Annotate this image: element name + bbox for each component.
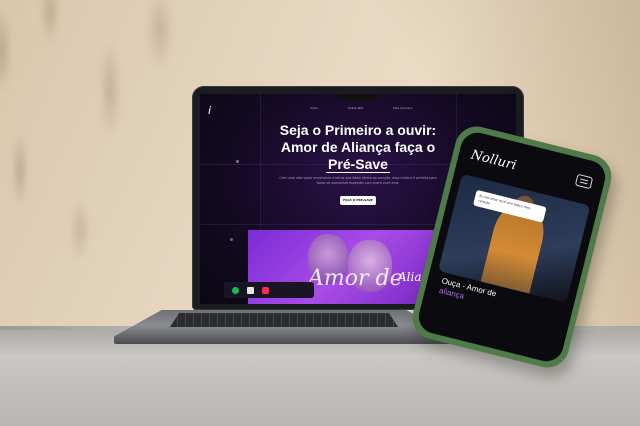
camera-notch — [339, 94, 377, 101]
phone-logo[interactable]: Nolluri — [469, 148, 518, 174]
spotify-icon[interactable] — [232, 286, 239, 294]
streaming-bar — [224, 282, 314, 298]
site-nav: Início Sobre Nós Fale Conosco — [310, 106, 413, 110]
hero-description: Com uma vibe super envolvente e letras q… — [279, 176, 437, 185]
decor-dot — [230, 238, 233, 241]
hero-highlight: Pré-Save — [326, 156, 390, 173]
site-logo[interactable]: i — [208, 104, 211, 117]
decor-dot — [236, 160, 239, 163]
nav-item-sobre[interactable]: Sobre Nós — [348, 106, 363, 110]
pre-save-button[interactable]: FAÇA O PRÉ-SAVE — [340, 196, 376, 205]
apple-music-icon[interactable] — [262, 286, 269, 294]
cover-title: Amor de — [308, 266, 403, 291]
nav-item-contato[interactable]: Fale Conosco — [393, 106, 413, 110]
hamburger-menu-icon[interactable] — [574, 173, 594, 190]
deezer-icon[interactable] — [247, 286, 254, 294]
product-mockup-scene: i Início Sobre Nós Fale Conosco Seja o P… — [0, 0, 640, 426]
laptop-keyboard — [170, 313, 398, 327]
nav-item-inicio[interactable]: Início — [310, 106, 318, 110]
